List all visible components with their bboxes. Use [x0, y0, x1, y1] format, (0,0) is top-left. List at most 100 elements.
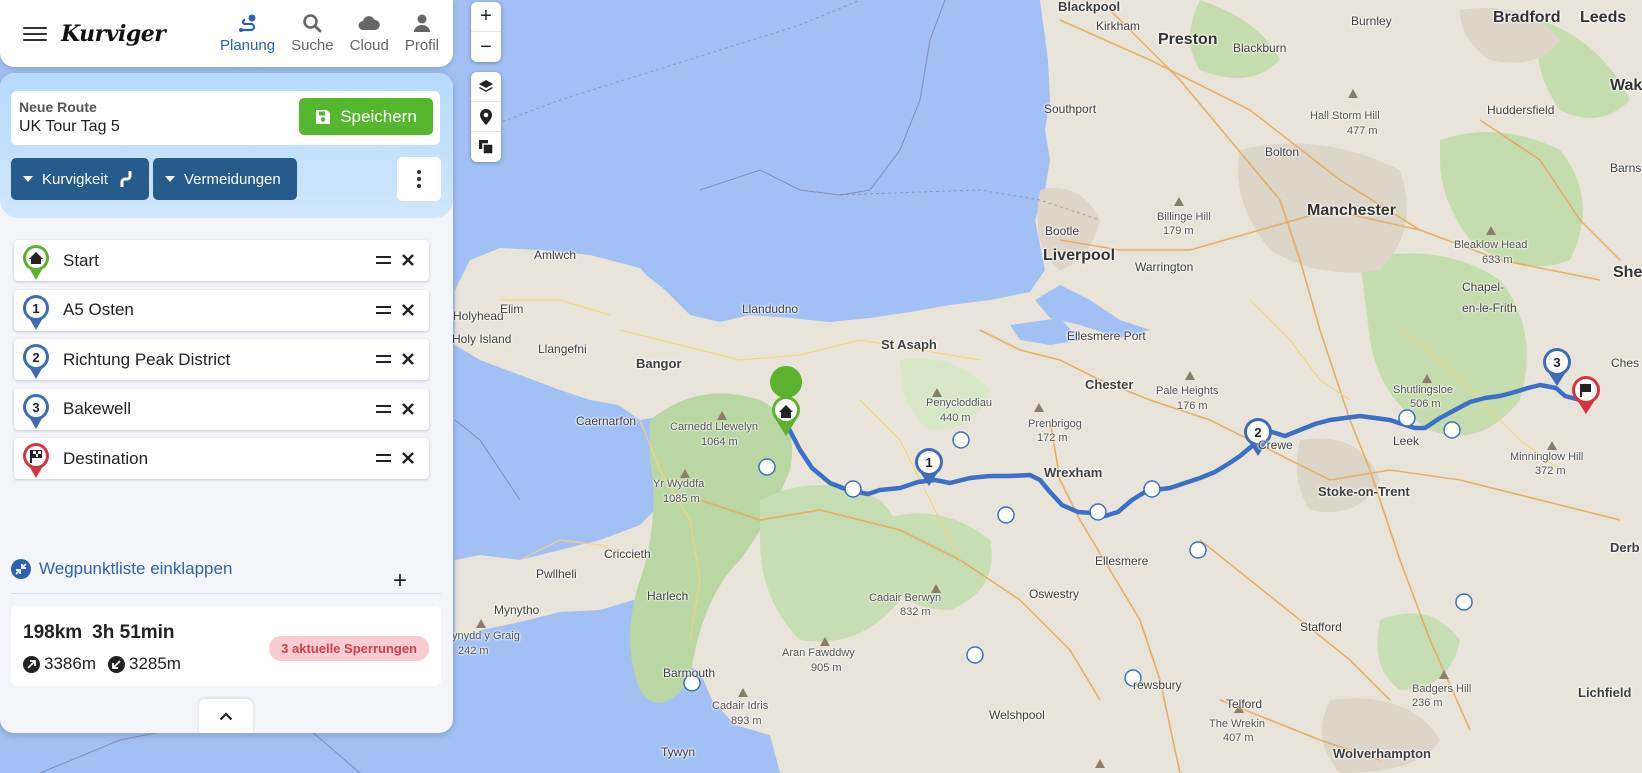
map-place-label: 1085 m: [663, 493, 700, 505]
caret-down-icon: [23, 176, 33, 182]
nav-suche[interactable]: Suche: [291, 13, 334, 54]
map-place-label: Holyhead: [453, 309, 504, 323]
waypoint-row-2[interactable]: 2 Richtung Peak District: [14, 339, 429, 381]
waypoint-2-icon: 2: [23, 344, 49, 380]
search-icon: [303, 14, 322, 33]
map-place-label: Chapel-: [1462, 280, 1505, 294]
location-pin-icon: [480, 108, 492, 125]
remove-waypoint-icon[interactable]: [401, 451, 415, 465]
map-tools-control: [471, 72, 501, 162]
map-place-label: Crewe: [1258, 438, 1293, 452]
cloud-icon: [358, 16, 380, 30]
map-place-label: Blackpool: [1058, 0, 1121, 14]
map-place-label: Carnedd Llewelyn: [670, 421, 759, 433]
map-place-label: Derb: [1610, 540, 1640, 555]
curvy-road-icon: [120, 171, 132, 187]
map-place-label: Ellesmere Port: [1067, 329, 1146, 343]
zoom-out-button[interactable]: −: [471, 32, 501, 62]
add-waypoint-button[interactable]: +: [393, 569, 407, 593]
drag-handle-icon[interactable]: [376, 256, 391, 268]
nav-profil[interactable]: Profil: [405, 13, 439, 54]
map-place-label: en-le-Frith: [1462, 301, 1517, 315]
waypoint-label: Start: [63, 250, 99, 270]
map-place-label: Ches: [1611, 356, 1640, 370]
profile-icon: [413, 14, 430, 32]
route-panel-header: Neue Route UK Tour Tag 5 Speichern Kurvi…: [0, 73, 453, 218]
map-place-label: Huddersfield: [1487, 103, 1555, 117]
map-place-label: 477 m: [1347, 125, 1378, 137]
collapse-arrows-icon: [11, 559, 31, 579]
route-label: Neue Route: [19, 99, 97, 115]
map-place-label: St Asaph: [881, 337, 937, 352]
map-place-label: 242 m: [458, 645, 489, 657]
hamburger-menu-icon[interactable]: [23, 23, 47, 45]
app-logo[interactable]: Kurviger: [61, 21, 166, 47]
waypoint-label: Destination: [63, 448, 149, 468]
remove-waypoint-icon[interactable]: [401, 352, 415, 366]
map-place-label: 832 m: [900, 606, 931, 618]
route-name-card: Neue Route UK Tour Tag 5 Speichern: [11, 91, 440, 145]
map-place-label: Cadair Berwyn: [869, 592, 942, 604]
waypoint-row-3[interactable]: 3 Bakewell: [14, 388, 429, 430]
map-place-label: Mynytho: [494, 603, 540, 617]
route-duration: 3h 51min: [92, 622, 175, 643]
waypoint-row-destination[interactable]: Destination: [14, 438, 429, 480]
map-place-label: Aran Fawddwy: [782, 647, 855, 659]
app-header: Kurviger Planung Suche Cloud Profil: [0, 0, 453, 67]
layers-button[interactable]: [471, 72, 501, 102]
location-button[interactable]: [471, 102, 501, 132]
overlay-button[interactable]: [471, 132, 501, 162]
drag-handle-icon[interactable]: [376, 404, 391, 417]
descent-icon: [107, 655, 125, 673]
map-place-label: Minninglow Hill: [1510, 451, 1584, 463]
map-place-label: Cadair Idris: [712, 700, 769, 712]
map-place-label: Pale Heights: [1156, 385, 1219, 397]
drag-handle-icon[interactable]: [376, 355, 391, 367]
map-place-label: 440 m: [940, 412, 971, 424]
expand-panel-button[interactable]: [199, 699, 253, 733]
map-place-label: Shutlingsloe: [1393, 384, 1453, 396]
nav-planung[interactable]: Planung: [220, 13, 275, 54]
curviness-label: Kurvigkeit: [42, 170, 108, 188]
map-place-label: 407 m: [1223, 732, 1254, 744]
map-place-label: Preston: [1158, 31, 1218, 48]
map-place-label: Southport: [1044, 102, 1097, 116]
curviness-dropdown[interactable]: Kurvigkeit: [11, 158, 149, 200]
map-place-label: The Wrekin: [1209, 718, 1266, 730]
remove-waypoint-icon[interactable]: [401, 253, 415, 267]
map-place-label: ynydd y Graig: [452, 630, 520, 642]
map-place-label: Barnsl: [1610, 161, 1642, 175]
map-place-label: Oswestry: [1029, 587, 1080, 601]
route-elevation: 3386m 3285m: [23, 654, 181, 674]
nav-cloud[interactable]: Cloud: [350, 13, 389, 54]
route-panel: Neue Route UK Tour Tag 5 Speichern Kurvi…: [0, 73, 453, 733]
zoom-in-button[interactable]: +: [471, 2, 501, 32]
collapse-waypoints-link[interactable]: Wegpunktliste einklappen: [11, 559, 232, 579]
waypoint-row-start[interactable]: Start: [14, 240, 429, 281]
route-name-field[interactable]: UK Tour Tag 5: [19, 118, 120, 136]
map-place-label: Bleaklow Head: [1454, 239, 1528, 251]
avoidances-dropdown[interactable]: Vermeidungen: [153, 158, 297, 200]
drag-handle-icon[interactable]: [376, 454, 391, 466]
map-place-label: Leek: [1393, 434, 1420, 448]
save-button[interactable]: Speichern: [299, 98, 433, 135]
map-place-label: 905 m: [811, 662, 842, 674]
finish-flag-icon: [23, 443, 49, 479]
map-place-label: Warrington: [1135, 260, 1194, 274]
closures-badge[interactable]: 3 aktuelle Sperrungen: [269, 636, 429, 661]
waypoint-3-icon: 3: [23, 393, 49, 429]
map-place-label: 236 m: [1412, 697, 1443, 709]
svg-text:3: 3: [32, 400, 39, 415]
map-place-label: Badgers Hill: [1412, 683, 1472, 695]
map-place-label: Ellesmere: [1095, 554, 1149, 568]
remove-waypoint-icon[interactable]: [401, 402, 415, 416]
waypoint-row-1[interactable]: 1 A5 Osten: [14, 289, 429, 331]
map-place-label: Llangefni: [538, 342, 587, 356]
drag-handle-icon[interactable]: [376, 305, 391, 318]
map-place-label: Bolton: [1265, 145, 1300, 159]
remove-waypoint-icon[interactable]: [401, 303, 415, 317]
chevron-up-icon: [219, 711, 233, 720]
map-place-label: 1064 m: [701, 436, 738, 448]
map-place-label: Chester: [1085, 377, 1134, 392]
more-options-button[interactable]: [397, 157, 441, 201]
